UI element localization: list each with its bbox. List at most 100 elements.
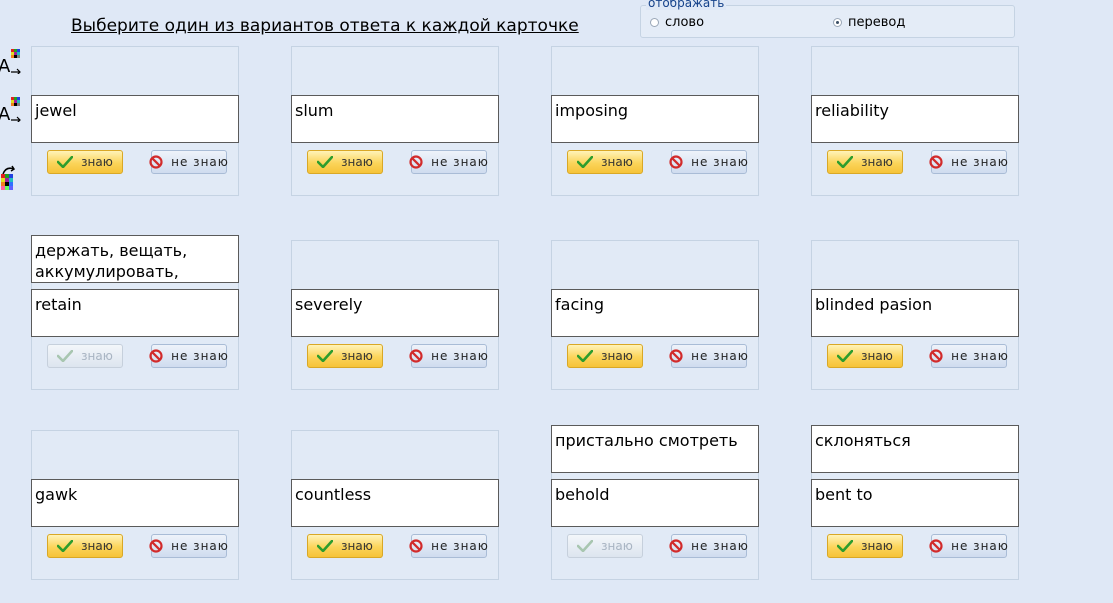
card-word: slum bbox=[291, 95, 499, 143]
forbidden-icon bbox=[929, 539, 943, 553]
forbidden-icon bbox=[669, 155, 683, 169]
dont-know-label: не знаю bbox=[171, 349, 229, 363]
dont-know-button[interactable]: не знаю bbox=[149, 534, 229, 558]
know-label: знаю bbox=[81, 539, 113, 553]
dont-know-label: не знаю bbox=[431, 349, 489, 363]
know-button[interactable]: знаю bbox=[307, 150, 383, 174]
know-button[interactable]: знаю bbox=[47, 150, 123, 174]
dont-know-button[interactable]: не знаю bbox=[929, 150, 1009, 174]
know-label: знаю bbox=[861, 349, 893, 363]
know-button[interactable]: знаю bbox=[47, 344, 123, 368]
display-options-legend: отображать bbox=[646, 0, 727, 10]
check-icon bbox=[577, 350, 594, 362]
dont-know-label: не знаю bbox=[691, 539, 749, 553]
check-icon bbox=[57, 350, 74, 362]
card-word: bent to bbox=[811, 479, 1019, 527]
forbidden-icon bbox=[409, 155, 423, 169]
radio-word-label: слово bbox=[665, 15, 705, 30]
check-icon bbox=[317, 540, 334, 552]
dont-know-label: не знаю bbox=[951, 539, 1009, 553]
dont-know-label: не знаю bbox=[431, 155, 489, 169]
font-color-icon[interactable]: A bbox=[0, 96, 24, 126]
forbidden-icon bbox=[149, 349, 163, 363]
dont-know-label: не знаю bbox=[171, 539, 229, 553]
know-button[interactable]: знаю bbox=[827, 534, 903, 558]
dont-know-button[interactable]: не знаю bbox=[409, 534, 489, 558]
dont-know-label: не знаю bbox=[691, 349, 749, 363]
card-word: gawk bbox=[31, 479, 239, 527]
forbidden-icon bbox=[669, 539, 683, 553]
check-icon bbox=[837, 540, 854, 552]
know-button[interactable]: знаю bbox=[827, 150, 903, 174]
dont-know-label: не знаю bbox=[951, 155, 1009, 169]
dont-know-button[interactable]: не знаю bbox=[409, 150, 489, 174]
forbidden-icon bbox=[149, 539, 163, 553]
card-word: blinded pasion bbox=[811, 289, 1019, 337]
check-icon bbox=[837, 350, 854, 362]
check-icon bbox=[57, 156, 74, 168]
check-icon bbox=[317, 156, 334, 168]
know-button[interactable]: знаю bbox=[567, 150, 643, 174]
svg-text:A: A bbox=[0, 56, 11, 74]
card-translation: склоняться bbox=[811, 425, 1019, 473]
dont-know-button[interactable]: не знаю bbox=[669, 150, 749, 174]
know-button[interactable]: знаю bbox=[567, 344, 643, 368]
know-label: знаю bbox=[601, 155, 633, 169]
check-icon bbox=[577, 156, 594, 168]
card-word: countless bbox=[291, 479, 499, 527]
dont-know-button[interactable]: не знаю bbox=[669, 534, 749, 558]
know-button[interactable]: знаю bbox=[47, 534, 123, 558]
know-button[interactable]: знаю bbox=[307, 344, 383, 368]
know-label: знаю bbox=[341, 349, 373, 363]
dont-know-button[interactable]: не знаю bbox=[149, 344, 229, 368]
dont-know-label: не знаю bbox=[691, 155, 749, 169]
card-word: reliability bbox=[811, 95, 1019, 143]
forbidden-icon bbox=[929, 349, 943, 363]
dont-know-label: не знаю bbox=[951, 349, 1009, 363]
page-title: Выберите один из вариантов ответа к кажд… bbox=[71, 16, 579, 36]
know-label: знаю bbox=[341, 155, 373, 169]
radio-translation-dot[interactable] bbox=[833, 18, 842, 27]
color-swap-icon[interactable] bbox=[0, 164, 20, 198]
know-label: знаю bbox=[81, 349, 113, 363]
forbidden-icon bbox=[149, 155, 163, 169]
dont-know-label: не знаю bbox=[171, 155, 229, 169]
forbidden-icon bbox=[669, 349, 683, 363]
radio-word-dot[interactable] bbox=[650, 18, 659, 27]
know-label: знаю bbox=[601, 349, 633, 363]
forbidden-icon bbox=[409, 539, 423, 553]
radio-translation-label: перевод bbox=[848, 15, 906, 30]
radio-translation[interactable]: перевод bbox=[833, 15, 905, 30]
card-word: severely bbox=[291, 289, 499, 337]
svg-text:A: A bbox=[0, 104, 11, 122]
card-word: jewel bbox=[31, 95, 239, 143]
know-label: знаю bbox=[81, 155, 113, 169]
card-translation: пристально смотреть bbox=[551, 425, 759, 473]
know-label: знаю bbox=[861, 155, 893, 169]
font-color-icon[interactable]: A bbox=[0, 48, 24, 78]
forbidden-icon bbox=[929, 155, 943, 169]
know-label: знаю bbox=[601, 539, 633, 553]
know-label: знаю bbox=[861, 539, 893, 553]
check-icon bbox=[317, 350, 334, 362]
card-word: facing bbox=[551, 289, 759, 337]
radio-word[interactable]: слово bbox=[650, 15, 704, 30]
forbidden-icon bbox=[409, 349, 423, 363]
know-button[interactable]: знаю bbox=[567, 534, 643, 558]
card-word: behold bbox=[551, 479, 759, 527]
dont-know-button[interactable]: не знаю bbox=[929, 534, 1009, 558]
know-label: знаю bbox=[341, 539, 373, 553]
card-word: imposing bbox=[551, 95, 759, 143]
dont-know-button[interactable]: не знаю bbox=[149, 150, 229, 174]
check-icon bbox=[57, 540, 74, 552]
know-button[interactable]: знаю bbox=[827, 344, 903, 368]
check-icon bbox=[837, 156, 854, 168]
dont-know-button[interactable]: не знаю bbox=[409, 344, 489, 368]
card-translation: держать, вещать, аккумулировать, bbox=[31, 235, 239, 283]
dont-know-label: не знаю bbox=[431, 539, 489, 553]
dont-know-button[interactable]: не знаю bbox=[929, 344, 1009, 368]
card-word: retain bbox=[31, 289, 239, 337]
know-button[interactable]: знаю bbox=[307, 534, 383, 558]
dont-know-button[interactable]: не знаю bbox=[669, 344, 749, 368]
check-icon bbox=[577, 540, 594, 552]
